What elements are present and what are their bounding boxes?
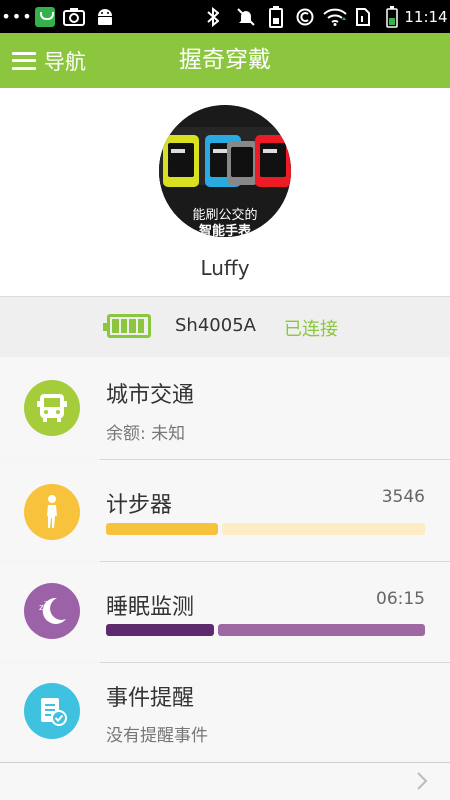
- event-reminder-row[interactable]: 事件提醒 没有提醒事件: [0, 663, 450, 761]
- status-bar: ••• 11:14: [0, 0, 450, 33]
- avatar-caption-1: 能刷公交的: [192, 207, 257, 223]
- more-dots-icon: •••: [1, 7, 33, 26]
- reminder-status: 没有提醒事件: [106, 726, 208, 746]
- app-header: 导航 握奇穿戴: [0, 33, 450, 88]
- nav-label: 导航: [44, 49, 86, 74]
- device-status-bar[interactable]: Sh4005A 已连接: [0, 297, 450, 357]
- footer-bar: [0, 762, 450, 800]
- mute-icon: [236, 0, 256, 33]
- pedometer-row[interactable]: 计步器 3546: [0, 460, 450, 561]
- hamburger-icon: [12, 51, 36, 70]
- reminder-icon: [24, 683, 80, 739]
- sleep-monitor-row[interactable]: zz 睡眠监测 06:15: [0, 562, 450, 662]
- transit-title: 城市交通: [106, 383, 195, 408]
- app-notification-icon: [34, 0, 56, 33]
- sleep-progress-bar: [106, 624, 425, 636]
- c-status-icon: [294, 0, 316, 33]
- battery-icon: [384, 0, 400, 33]
- chevron-right-icon[interactable]: [410, 769, 434, 793]
- sim-icon: [354, 0, 372, 33]
- reminder-title: 事件提醒: [106, 686, 195, 711]
- profile-section: 能刷公交的 智能手表 Luffy: [0, 88, 450, 297]
- city-transit-row[interactable]: 城市交通 余额: 未知: [0, 357, 450, 459]
- sleep-title: 睡眠监测: [106, 595, 195, 620]
- power-save-icon: [266, 0, 286, 33]
- screenshot-icon: [62, 0, 86, 33]
- bluetooth-icon: [206, 0, 220, 33]
- android-icon: [94, 0, 116, 33]
- svg-text:z: z: [44, 599, 48, 607]
- device-name: Sh4005A: [175, 315, 256, 336]
- pedometer-title: 计步器: [106, 493, 173, 518]
- clock-time: 11:14: [404, 7, 448, 26]
- bus-icon: [24, 380, 80, 436]
- steps-progress-bar: [106, 523, 425, 535]
- moon-icon: zz: [24, 583, 80, 639]
- sleep-duration: 06:15: [376, 589, 425, 609]
- step-count: 3546: [381, 487, 425, 507]
- transit-balance: 余额: 未知: [106, 424, 186, 444]
- avatar-caption-2: 智能手表: [199, 223, 252, 237]
- nav-menu-button[interactable]: 导航: [12, 33, 86, 88]
- connection-status: 已连接: [284, 319, 338, 340]
- walking-icon: [24, 484, 80, 540]
- avatar[interactable]: 能刷公交的 智能手表: [159, 105, 291, 237]
- username: Luffy: [200, 256, 250, 280]
- device-battery-icon: [103, 314, 151, 338]
- smartwatch-product-image: 能刷公交的 智能手表: [159, 105, 291, 237]
- wifi-icon: [322, 0, 348, 33]
